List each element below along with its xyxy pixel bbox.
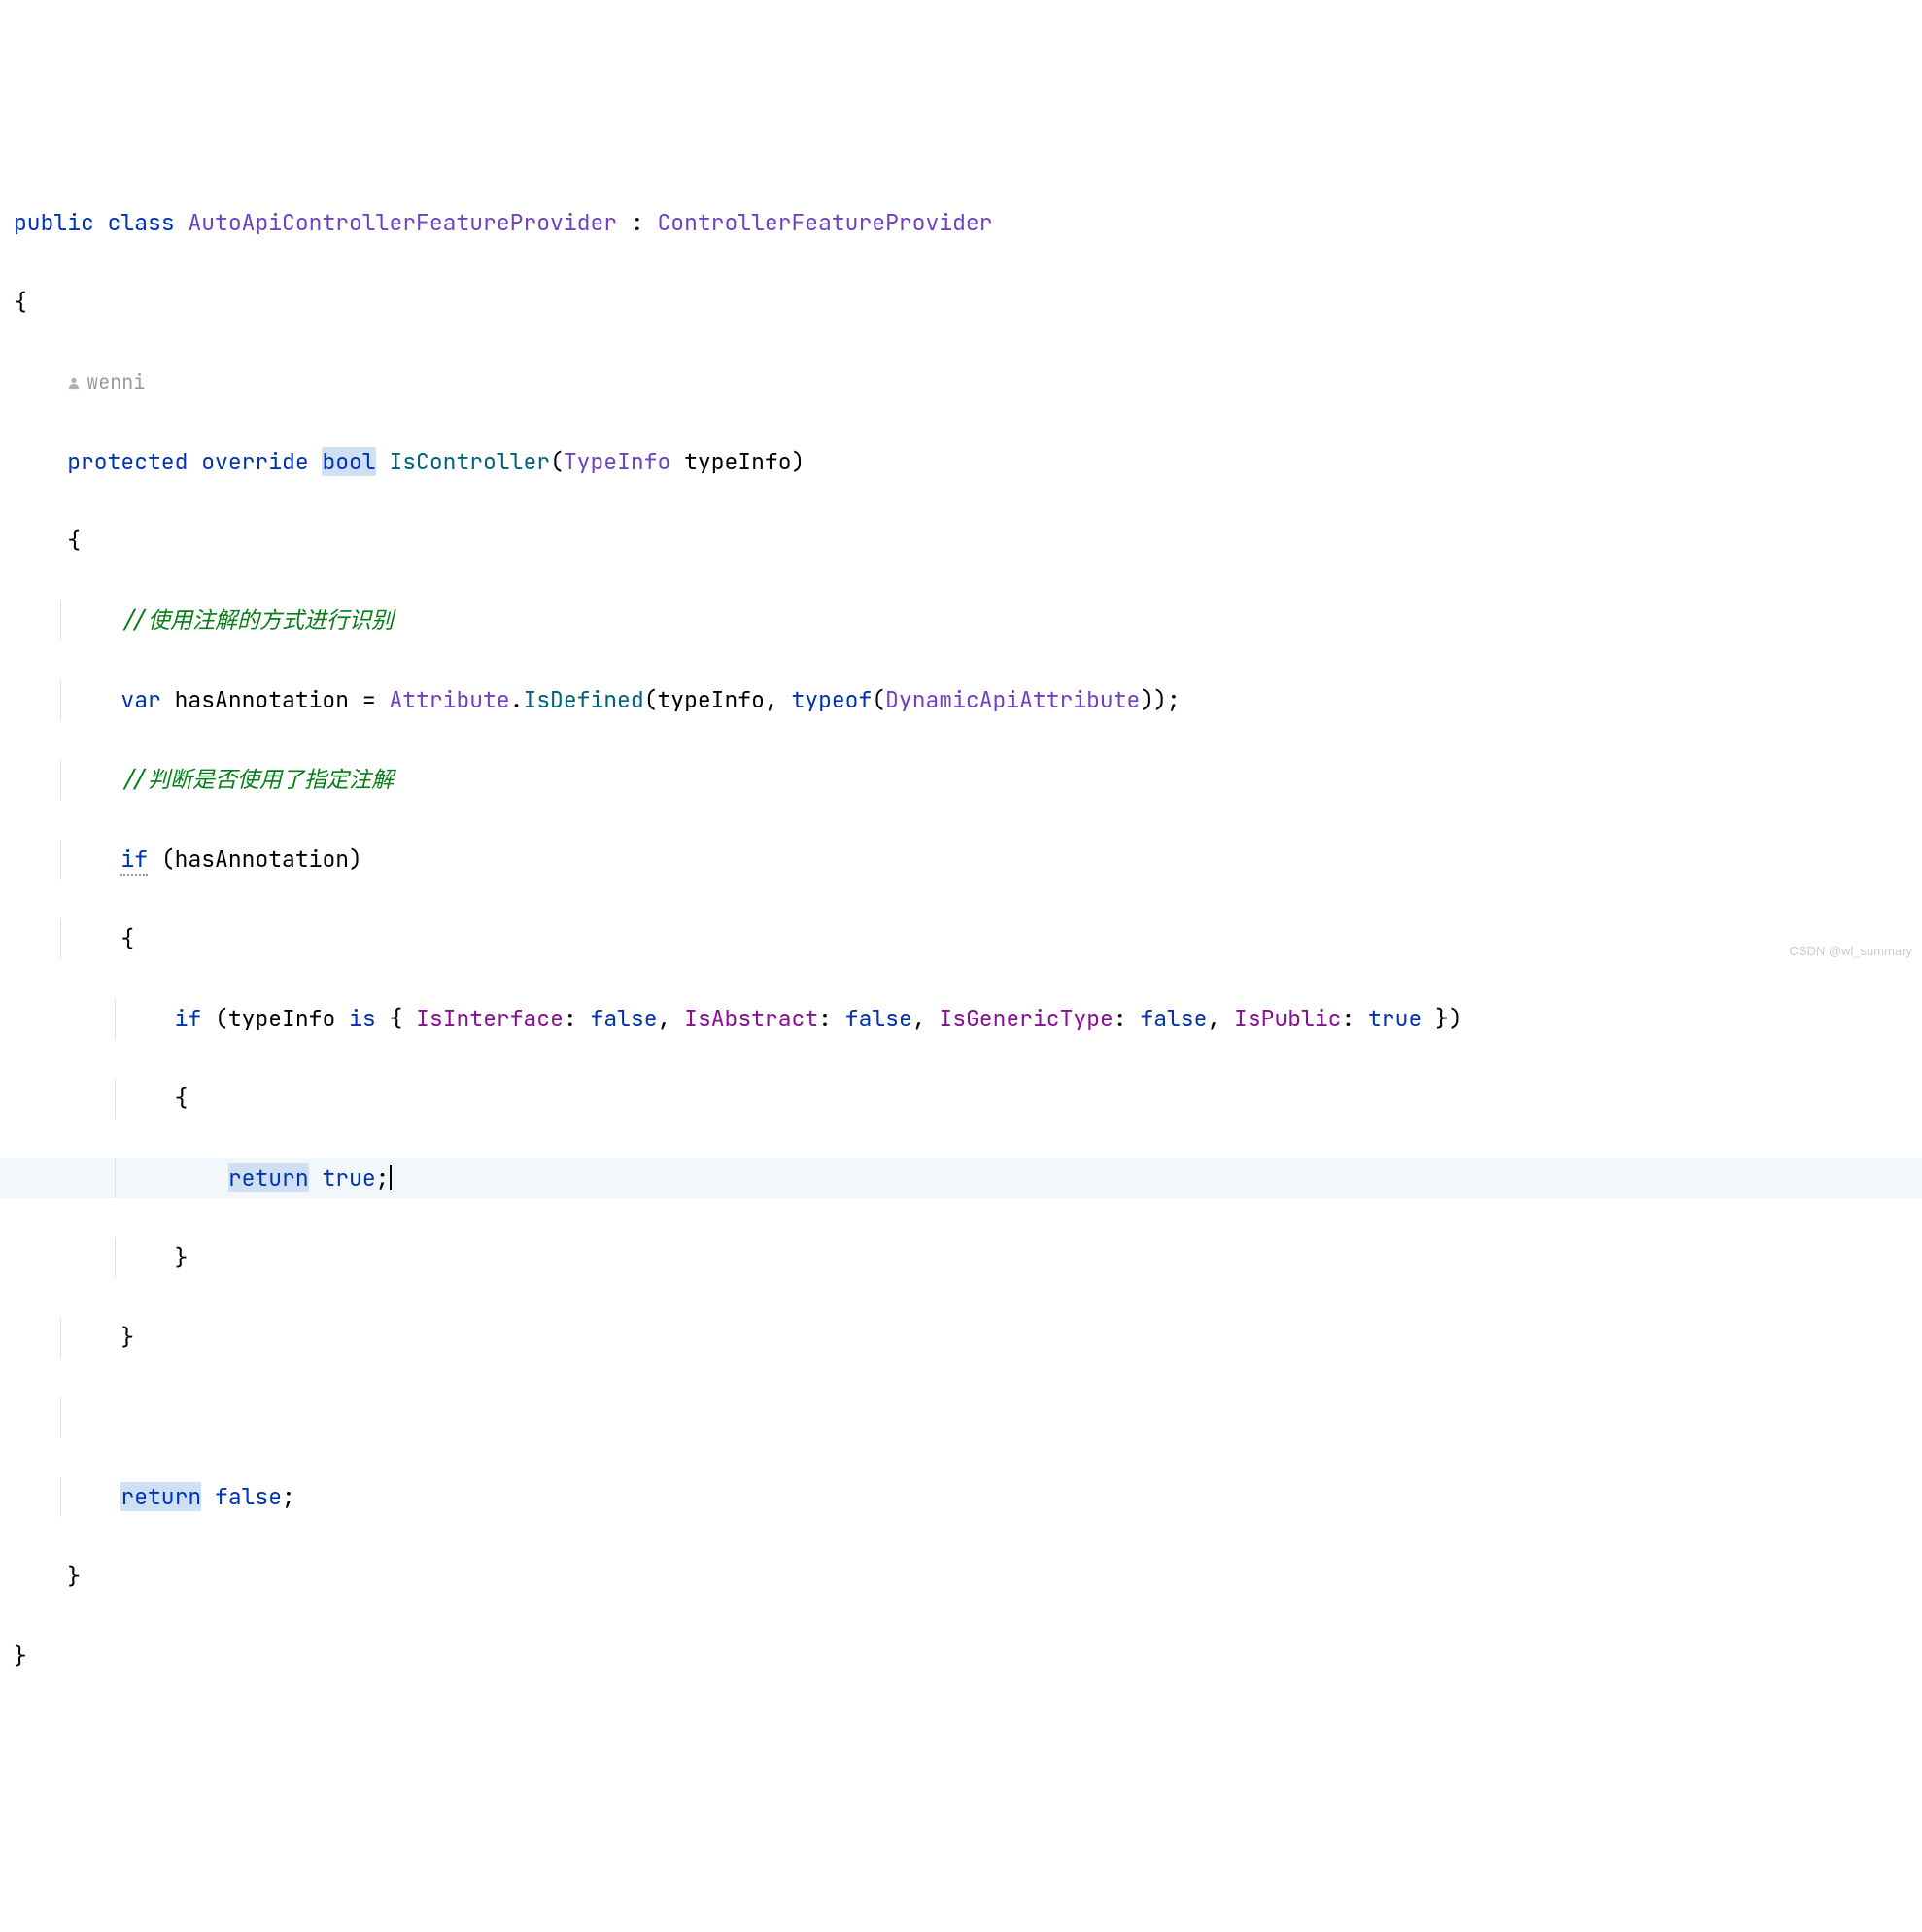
- keyword-false: false: [1140, 1004, 1207, 1033]
- code-line: }: [0, 1557, 1922, 1597]
- paren-close: ): [349, 845, 362, 874]
- local-variable: hasAnnotation: [175, 845, 349, 874]
- brace-open: {: [67, 526, 81, 555]
- code-line: }: [0, 1637, 1922, 1676]
- param-ref: typeInfo: [228, 1004, 335, 1033]
- keyword-override: override: [201, 447, 308, 476]
- colon: :: [617, 208, 657, 237]
- keyword-public: public: [14, 208, 94, 237]
- keyword-return: return: [228, 1163, 309, 1192]
- comma: ,: [765, 685, 792, 714]
- comma: ,: [912, 1004, 940, 1033]
- paren-close: ): [1449, 1004, 1462, 1033]
- author-hint-line: wenni: [0, 362, 1922, 402]
- comma: ,: [1207, 1004, 1234, 1033]
- pattern-open: {: [389, 1004, 416, 1033]
- code-line: //使用注解的方式进行识别: [0, 601, 1922, 640]
- keyword-true: true: [322, 1163, 375, 1192]
- param-name: typeInfo: [684, 447, 791, 476]
- brace-open: {: [120, 924, 134, 953]
- code-line: {: [0, 283, 1922, 323]
- code-line: //判断是否使用了指定注解: [0, 760, 1922, 800]
- code-line: return false;: [0, 1477, 1922, 1517]
- colon: :: [818, 1004, 845, 1033]
- type-dynamicapi: DynamicApiAttribute: [885, 685, 1140, 714]
- keyword-if: if: [120, 845, 148, 876]
- keyword-false: false: [845, 1004, 912, 1033]
- brace-close: }: [175, 1243, 189, 1272]
- keyword-return: return: [120, 1482, 201, 1511]
- keyword-is: is: [349, 1004, 376, 1033]
- code-line: }: [0, 1318, 1922, 1358]
- property: IsAbstract: [684, 1004, 818, 1033]
- paren-open: (: [161, 845, 175, 874]
- paren-close: ): [1140, 685, 1153, 714]
- method-isdefined: IsDefined: [523, 685, 643, 714]
- pattern-close: }: [1422, 1004, 1449, 1033]
- equals: =: [349, 685, 389, 714]
- watermark: CSDN @wl_summary: [1789, 940, 1912, 962]
- brace-close: }: [67, 1562, 81, 1591]
- local-variable: hasAnnotation: [175, 685, 349, 714]
- brace-open: {: [175, 1084, 189, 1113]
- author-hint: wenni: [67, 365, 145, 400]
- paren-close: ): [1153, 685, 1167, 714]
- paren-open: (: [872, 685, 885, 714]
- code-line: {: [0, 919, 1922, 959]
- keyword-typeof: typeof: [791, 685, 872, 714]
- person-icon: [67, 376, 81, 390]
- author-name: wenni: [86, 365, 145, 400]
- paren-open: (: [644, 685, 658, 714]
- keyword-true: true: [1368, 1004, 1422, 1033]
- paren-close: ): [792, 447, 806, 476]
- class-name: AutoApiControllerFeatureProvider: [188, 208, 617, 237]
- property: IsPublic: [1234, 1004, 1341, 1033]
- dot: .: [510, 685, 524, 714]
- semicolon: ;: [376, 1163, 390, 1192]
- type-attribute: Attribute: [389, 685, 509, 714]
- code-line: protected override bool IsController(Typ…: [0, 442, 1922, 482]
- semicolon: ;: [1167, 685, 1181, 714]
- keyword-if: if: [175, 1004, 202, 1033]
- brace-close: }: [14, 1641, 27, 1671]
- param-type: TypeInfo: [564, 447, 670, 476]
- code-line: {: [0, 521, 1922, 561]
- code-line-cursor: return true;: [0, 1158, 1922, 1198]
- keyword-false: false: [215, 1482, 282, 1511]
- colon: :: [564, 1004, 591, 1033]
- comment: //使用注解的方式进行识别: [120, 605, 394, 635]
- base-class: ControllerFeatureProvider: [657, 208, 992, 237]
- code-line: var hasAnnotation = Attribute.IsDefined(…: [0, 680, 1922, 720]
- keyword-false: false: [591, 1004, 658, 1033]
- code-line: }: [0, 1238, 1922, 1278]
- keyword-var: var: [120, 685, 160, 714]
- text-cursor: [390, 1165, 392, 1190]
- code-editor[interactable]: public class AutoApiControllerFeaturePro…: [0, 163, 1922, 1716]
- paren-open: (: [550, 447, 564, 476]
- code-line: if (hasAnnotation): [0, 840, 1922, 880]
- comment: //判断是否使用了指定注解: [120, 765, 394, 794]
- code-line: if (typeInfo is { IsInterface: false, Is…: [0, 999, 1922, 1039]
- keyword-protected: protected: [67, 447, 188, 476]
- method-name: IsController: [389, 447, 550, 476]
- comma: ,: [658, 1004, 685, 1033]
- property: IsGenericType: [939, 1004, 1113, 1033]
- brace-close: }: [120, 1323, 134, 1352]
- code-line: {: [0, 1079, 1922, 1119]
- colon: :: [1114, 1004, 1141, 1033]
- paren-open: (: [215, 1004, 228, 1033]
- colon: :: [1341, 1004, 1368, 1033]
- param-ref: typeInfo: [657, 685, 764, 714]
- keyword-class: class: [108, 208, 175, 237]
- property: IsInterface: [416, 1004, 564, 1033]
- brace-open: {: [14, 288, 27, 317]
- semicolon: ;: [282, 1482, 295, 1511]
- code-line: [0, 1397, 1922, 1437]
- keyword-bool: bool: [322, 447, 375, 476]
- code-line: public class AutoApiControllerFeaturePro…: [0, 203, 1922, 243]
